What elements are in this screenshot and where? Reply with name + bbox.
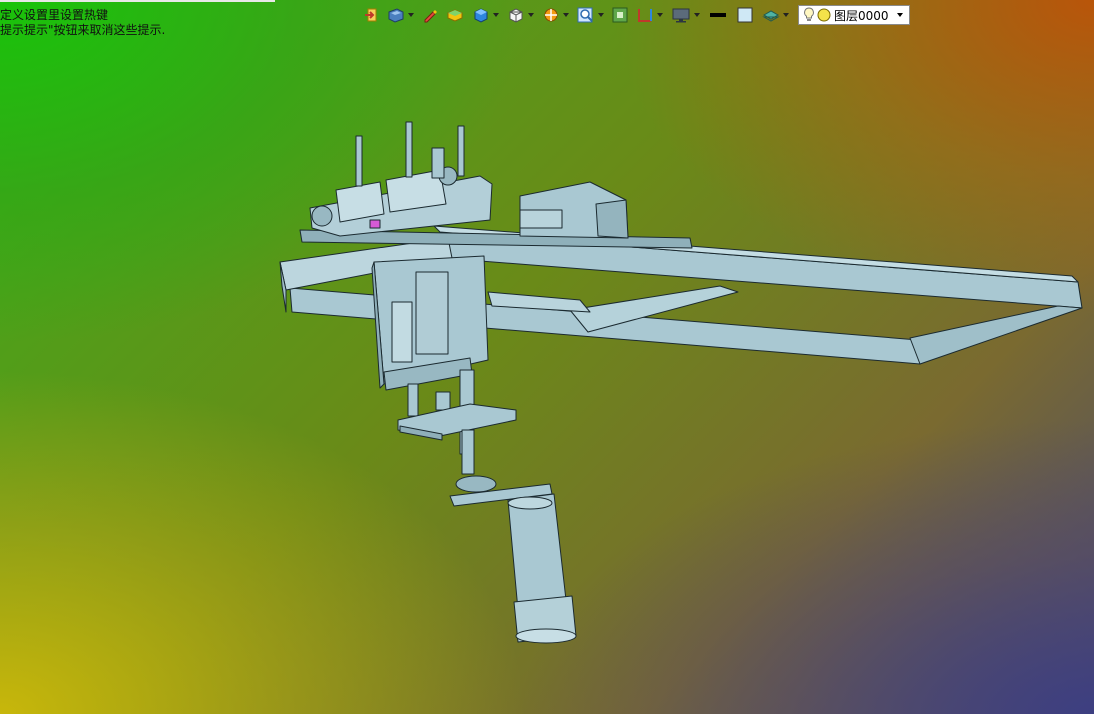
chevron-down-icon [563,13,569,17]
3d-viewport[interactable] [0,0,1094,714]
display-monitor-icon[interactable] [668,4,703,26]
chevron-down-icon [528,13,534,17]
yellow-dot-icon[interactable] [817,8,831,22]
layer-style-icon[interactable] [759,4,792,26]
chevron-down-icon [897,13,903,17]
layer-name: 图层0000 [834,8,889,23]
motor-assembly [449,475,577,644]
zoom-icon[interactable] [574,4,607,26]
solid-box-icon[interactable] [443,4,467,26]
line-color-swatch[interactable] [705,4,731,26]
view-orientation-icon[interactable] [384,4,417,26]
chevron-down-icon [408,13,414,17]
frame-icon[interactable] [633,4,666,26]
wire-cube-icon[interactable] [504,4,537,26]
pen-icon[interactable] [419,4,441,26]
chevron-down-icon [783,13,789,17]
chevron-down-icon [598,13,604,17]
section-view-icon[interactable] [539,4,572,26]
layer-dropdown[interactable]: 图层0000 [798,5,910,25]
spindle-assembly [397,369,517,475]
chevron-down-icon [493,13,499,17]
exit-icon[interactable] [360,4,382,26]
chevron-down-icon [657,13,663,17]
shaded-cube-icon[interactable] [469,4,502,26]
main-toolbar: 图层0000 [360,4,910,26]
chevron-down-icon [694,13,700,17]
lightbulb-icon[interactable] [803,7,815,23]
fit-view-icon[interactable] [609,4,631,26]
top-carriage [309,121,493,237]
fill-color-swatch[interactable] [733,4,757,26]
